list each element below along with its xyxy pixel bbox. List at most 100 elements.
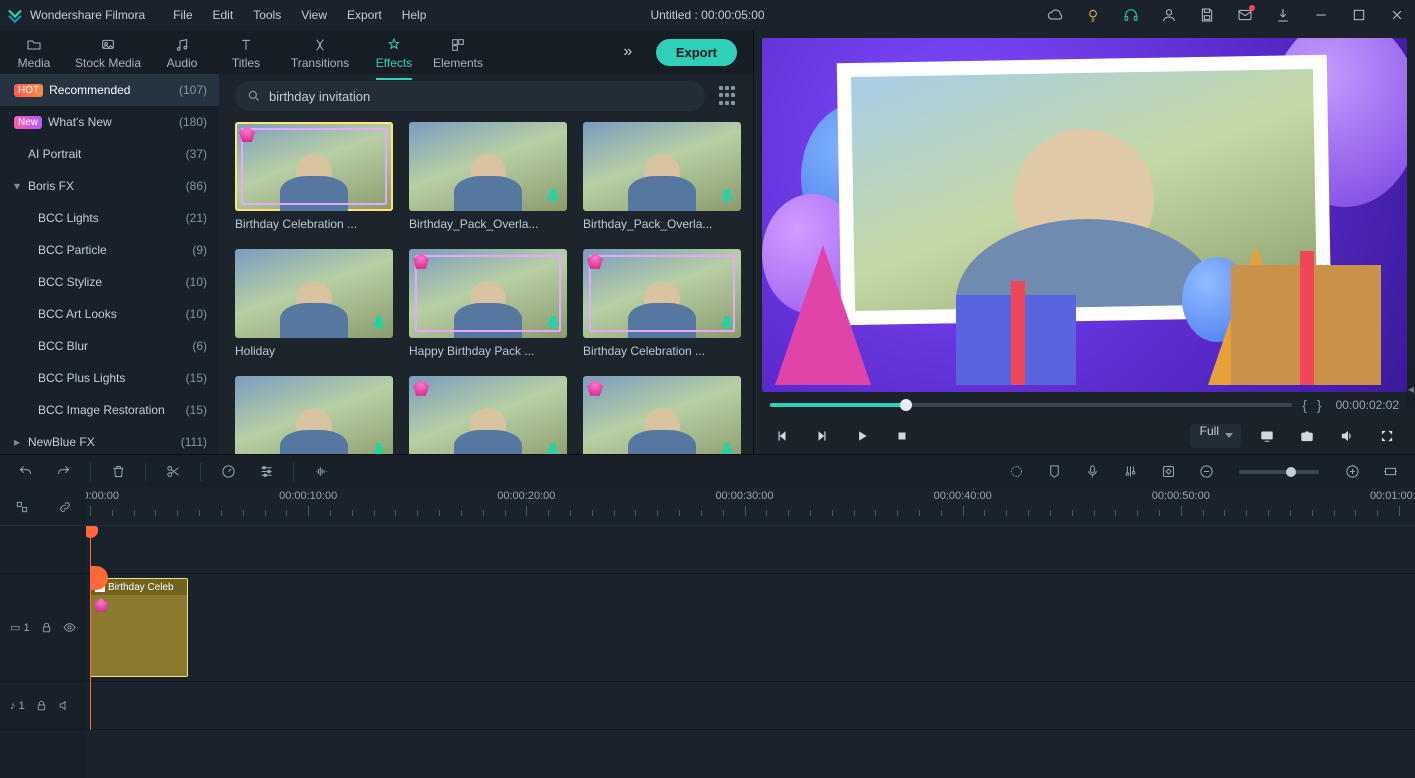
undo-button[interactable]	[14, 461, 36, 483]
effect-item[interactable]: Holiday_Hipster_Over...	[409, 376, 567, 454]
category-item[interactable]: ▸NewBlue FX(111)	[0, 426, 219, 454]
tab-audio[interactable]: Audio	[150, 32, 214, 72]
download-icon[interactable]	[371, 316, 387, 332]
tab-transitions[interactable]: Transitions	[278, 32, 362, 72]
category-item[interactable]: BCC Plus Lights(15)	[0, 362, 219, 394]
cloud-icon[interactable]	[1043, 3, 1067, 27]
zoom-fit-button[interactable]	[1379, 461, 1401, 483]
color-button[interactable]	[1005, 461, 1027, 483]
speed-button[interactable]	[217, 461, 239, 483]
tab-elements[interactable]: Elements	[426, 32, 490, 72]
fullscreen-icon[interactable]	[1373, 422, 1401, 450]
menu-edit[interactable]: Edit	[203, 8, 244, 22]
audio-mixer-button[interactable]	[1119, 461, 1141, 483]
zoom-in-button[interactable]	[1341, 461, 1363, 483]
effect-item[interactable]: Birthday_Pack_Overla...	[235, 376, 393, 454]
next-frame-button[interactable]	[808, 422, 836, 450]
effect-item[interactable]: Happy Birthday Pack ...	[409, 249, 567, 358]
prev-frame-button[interactable]	[768, 422, 796, 450]
audio-wave-button[interactable]	[310, 461, 332, 483]
download-icon[interactable]	[371, 443, 387, 454]
timeline-clip[interactable]: Birthday Celeb	[90, 578, 188, 677]
download-icon[interactable]	[545, 443, 561, 454]
category-item[interactable]: BCC Art Looks(10)	[0, 298, 219, 330]
effect-item[interactable]: Birthday Celebration ...	[583, 376, 741, 454]
track-manager-button[interactable]	[11, 496, 33, 518]
timeline-ruler[interactable]: 00:00:00:0000:00:10:0000:00:20:0000:00:3…	[86, 488, 1415, 526]
effect-item[interactable]: Birthday Celebration ...	[235, 122, 393, 231]
video-track-head[interactable]: ▭ 1	[0, 574, 86, 682]
zoom-slider[interactable]	[1239, 470, 1319, 474]
effect-item[interactable]: Birthday Celebration ...	[583, 249, 741, 358]
menu-file[interactable]: File	[163, 8, 202, 22]
effects-search-box[interactable]	[235, 81, 705, 111]
save-icon[interactable]	[1195, 3, 1219, 27]
window-close-icon[interactable]	[1385, 3, 1409, 27]
category-item[interactable]: BCC Image Restoration(15)	[0, 394, 219, 426]
tab-media[interactable]: Media	[2, 32, 66, 72]
category-item[interactable]: BCC Lights(21)	[0, 202, 219, 234]
video-track[interactable]: Birthday Celeb	[86, 574, 1415, 682]
download-icon[interactable]	[719, 316, 735, 332]
export-button[interactable]: Export	[656, 39, 737, 66]
snapshot-icon[interactable]	[1293, 422, 1321, 450]
link-button[interactable]	[54, 496, 76, 518]
headphones-icon[interactable]	[1119, 3, 1143, 27]
lightbulb-icon[interactable]	[1081, 3, 1105, 27]
speaker-icon[interactable]	[58, 699, 71, 712]
menu-export[interactable]: Export	[337, 8, 392, 22]
category-item[interactable]: NewWhat's New(180)	[0, 106, 219, 138]
adjust-button[interactable]	[255, 461, 277, 483]
effects-search-input[interactable]	[269, 89, 693, 104]
download-icon[interactable]	[1271, 3, 1295, 27]
download-icon[interactable]	[719, 189, 735, 205]
download-icon[interactable]	[719, 443, 735, 454]
grid-view-icon[interactable]	[719, 86, 739, 106]
eye-icon[interactable]	[63, 621, 76, 634]
window-maximize-icon[interactable]	[1347, 3, 1371, 27]
play-button[interactable]	[848, 422, 876, 450]
more-tabs-icon[interactable]: »	[610, 43, 646, 61]
tab-effects[interactable]: Effects	[362, 32, 426, 72]
category-item[interactable]: AI Portrait(37)	[0, 138, 219, 170]
redo-button[interactable]	[52, 461, 74, 483]
mark-out-icon[interactable]: }	[1317, 397, 1322, 413]
split-button[interactable]	[162, 461, 184, 483]
menu-help[interactable]: Help	[392, 8, 437, 22]
category-item[interactable]: BCC Particle(9)	[0, 234, 219, 266]
mark-in-icon[interactable]: {	[1302, 397, 1307, 413]
download-icon[interactable]	[545, 189, 561, 205]
keyframe-button[interactable]	[1157, 461, 1179, 483]
tab-titles[interactable]: Titles	[214, 32, 278, 72]
effect-item[interactable]: Holiday	[235, 249, 393, 358]
lock-icon[interactable]	[40, 621, 53, 634]
delete-button[interactable]	[107, 461, 129, 483]
preview-canvas[interactable]	[762, 38, 1407, 392]
record-vo-button[interactable]	[1081, 461, 1103, 483]
playhead[interactable]	[90, 526, 91, 730]
volume-icon[interactable]	[1333, 422, 1361, 450]
category-item[interactable]: HOTRecommended(107)	[0, 74, 219, 106]
preview-scrub-track[interactable]	[770, 403, 1292, 407]
download-icon[interactable]	[545, 316, 561, 332]
user-icon[interactable]	[1157, 3, 1181, 27]
preview-scrub-handle[interactable]	[900, 399, 912, 411]
stop-button[interactable]	[888, 422, 916, 450]
audio-track-head[interactable]: ♪ 1	[0, 682, 86, 730]
zoom-out-button[interactable]	[1195, 461, 1217, 483]
audio-track[interactable]	[86, 682, 1415, 730]
lock-icon[interactable]	[35, 699, 48, 712]
tab-stock-media[interactable]: Stock Media	[66, 32, 150, 72]
effect-item[interactable]: Birthday_Pack_Overla...	[409, 122, 567, 231]
category-item[interactable]: BCC Blur(6)	[0, 330, 219, 362]
category-item[interactable]: BCC Stylize(10)	[0, 266, 219, 298]
marker-button[interactable]	[1043, 461, 1065, 483]
category-item[interactable]: ▾Boris FX(86)	[0, 170, 219, 202]
menu-view[interactable]: View	[291, 8, 337, 22]
overlay-track[interactable]	[86, 526, 1415, 574]
mail-icon[interactable]	[1233, 3, 1257, 27]
display-icon[interactable]	[1253, 422, 1281, 450]
window-minimize-icon[interactable]	[1309, 3, 1333, 27]
preview-quality-select[interactable]: Full	[1190, 424, 1241, 448]
menu-tools[interactable]: Tools	[243, 8, 291, 22]
